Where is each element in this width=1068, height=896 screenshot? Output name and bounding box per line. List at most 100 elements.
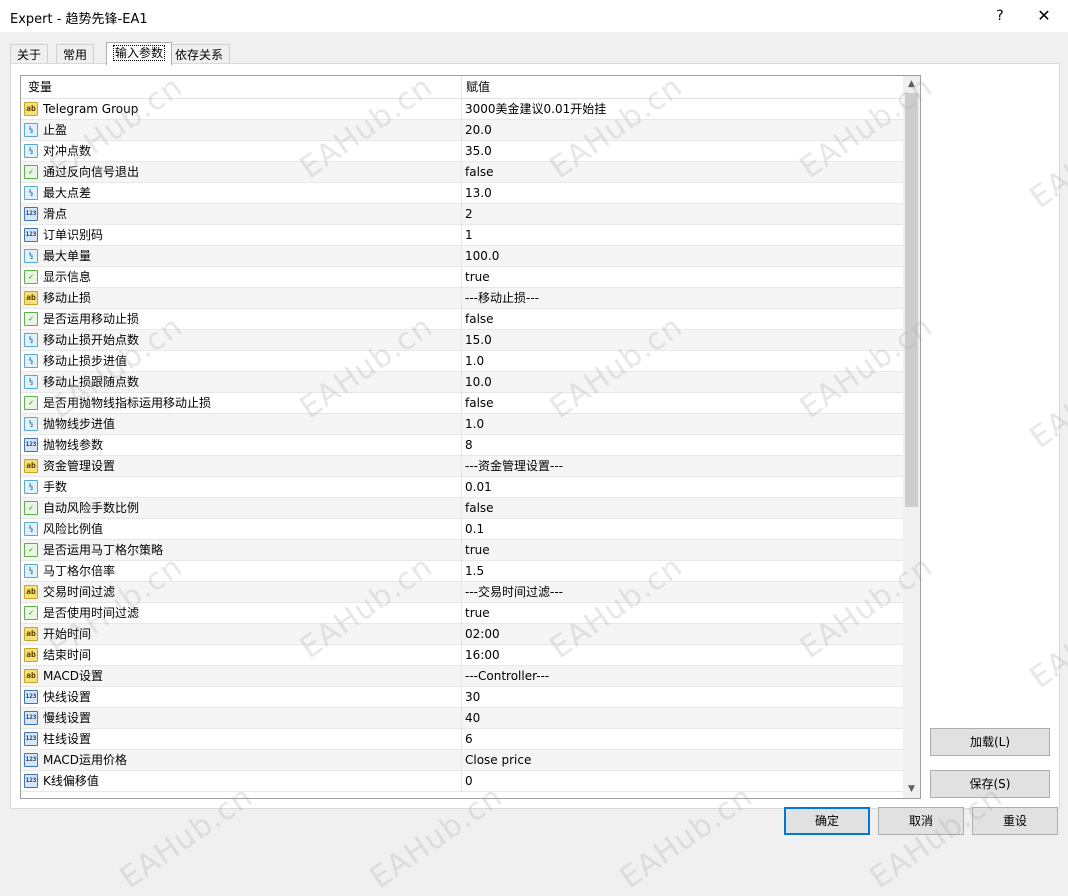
parameter-value[interactable]: 3000美金建议0.01开始挂 (465, 99, 606, 119)
table-row[interactable]: ab Telegram Group 3000美金建议0.01开始挂 (21, 99, 903, 120)
table-row[interactable]: ab 开始时间 02:00 (21, 624, 903, 645)
parameter-value[interactable]: 10.0 (465, 372, 492, 392)
table-row[interactable]: ½ 最大点差 13.0 (21, 183, 903, 204)
table-row[interactable]: ✓ 自动风险手数比例 false (21, 498, 903, 519)
table-row[interactable]: ½ 移动止损开始点数 15.0 (21, 330, 903, 351)
help-button[interactable]: ? (986, 4, 1014, 28)
table-row[interactable]: ✓ 是否用抛物线指标运用移动止损 false (21, 393, 903, 414)
tab-about[interactable]: 关于 (10, 44, 49, 65)
parameter-value[interactable]: 40 (465, 708, 480, 728)
parameter-name: 马丁格尔倍率 (43, 564, 116, 578)
table-row[interactable]: 123 滑点 2 (21, 204, 903, 225)
ok-button[interactable]: 确定 (784, 807, 870, 835)
table-row[interactable]: 123 MACD运用价格 Close price (21, 750, 903, 771)
parameter-name: 慢线设置 (43, 711, 92, 725)
scroll-thumb[interactable] (905, 93, 918, 507)
table-row[interactable]: ✓ 是否运用马丁格尔策略 true (21, 540, 903, 561)
table-row[interactable]: ½ 马丁格尔倍率 1.5 (21, 561, 903, 582)
table-row[interactable]: ✓ 通过反向信号退出 false (21, 162, 903, 183)
parameter-value[interactable]: 1.0 (465, 414, 484, 434)
table-row[interactable]: ab 移动止损 ---移动止损--- (21, 288, 903, 309)
parameter-value[interactable]: 100.0 (465, 246, 499, 266)
parameter-value[interactable]: 1.5 (465, 561, 484, 581)
parameter-value[interactable]: false (465, 162, 494, 182)
table-row[interactable]: 123 柱线设置 6 (21, 729, 903, 750)
bool-type-icon: ✓ (24, 501, 38, 515)
scroll-down-icon[interactable]: ▼ (903, 781, 920, 798)
bool-type-icon: ✓ (24, 165, 38, 179)
tab-common[interactable]: 常用 (56, 44, 95, 65)
parameter-value[interactable]: ---资金管理设置--- (465, 456, 563, 476)
parameter-value[interactable]: ---交易时间过滤--- (465, 582, 563, 602)
parameter-value[interactable]: 20.0 (465, 120, 492, 140)
table-row[interactable]: ½ 移动止损跟随点数 10.0 (21, 372, 903, 393)
tab-inputs[interactable]: 输入参数 (106, 42, 173, 65)
string-type-icon: ab (24, 102, 38, 116)
parameter-value[interactable]: true (465, 267, 490, 287)
table-row[interactable]: 123 快线设置 30 (21, 687, 903, 708)
parameter-value[interactable]: ---移动止损--- (465, 288, 539, 308)
table-row[interactable]: ✓ 是否使用时间过滤 true (21, 603, 903, 624)
bool-type-icon: ✓ (24, 543, 38, 557)
header-variable[interactable]: 变量 (28, 76, 52, 98)
table-row[interactable]: ab 资金管理设置 ---资金管理设置--- (21, 456, 903, 477)
reset-button[interactable]: 重设 (972, 807, 1058, 835)
parameter-value[interactable]: false (465, 309, 494, 329)
parameters-grid[interactable]: 变量 赋值 ab Telegram Group 3000美金建议0.01开始挂 ½ 止盈… (20, 75, 921, 799)
parameter-name: 自动风险手数比例 (43, 501, 140, 515)
table-row[interactable]: ✓ 显示信息 true (21, 267, 903, 288)
table-row[interactable]: 123 K线偏移值 0 (21, 771, 903, 792)
parameter-value[interactable]: 1 (465, 225, 473, 245)
table-row[interactable]: ½ 最大单量 100.0 (21, 246, 903, 267)
parameter-value[interactable]: 13.0 (465, 183, 492, 203)
parameter-value[interactable]: 02:00 (465, 624, 500, 644)
table-row[interactable]: ab MACD设置 ---Controller--- (21, 666, 903, 687)
table-row[interactable]: ab 结束时间 16:00 (21, 645, 903, 666)
table-row[interactable]: 123 订单识别码 1 (21, 225, 903, 246)
cancel-button[interactable]: 取消 (878, 807, 964, 835)
parameter-value[interactable]: 16:00 (465, 645, 500, 665)
header-value[interactable]: 赋值 (466, 76, 490, 98)
double-type-icon: ½ (24, 354, 38, 368)
parameter-value[interactable]: false (465, 393, 494, 413)
scroll-up-icon[interactable]: ▲ (903, 76, 920, 93)
parameter-value[interactable]: 15.0 (465, 330, 492, 350)
parameter-value[interactable]: 0.01 (465, 477, 492, 497)
parameter-name: 风险比例值 (43, 522, 104, 536)
table-row[interactable]: ½ 移动止损步进值 1.0 (21, 351, 903, 372)
parameter-value[interactable]: true (465, 540, 490, 560)
parameter-name: 显示信息 (43, 270, 92, 284)
table-row[interactable]: ✓ 是否运用移动止损 false (21, 309, 903, 330)
parameter-value[interactable]: 8 (465, 435, 473, 455)
table-row[interactable]: 123 慢线设置 40 (21, 708, 903, 729)
parameter-value[interactable]: true (465, 603, 490, 623)
table-row[interactable]: ½ 风险比例值 0.1 (21, 519, 903, 540)
close-button[interactable]: ✕ (1030, 4, 1058, 28)
parameter-value[interactable]: 35.0 (465, 141, 492, 161)
parameter-value[interactable]: 6 (465, 729, 473, 749)
vertical-scrollbar[interactable]: ▲ ▼ (903, 76, 920, 798)
table-row[interactable]: ½ 手数 0.01 (21, 477, 903, 498)
table-row[interactable]: ½ 止盈 20.0 (21, 120, 903, 141)
window-title: Expert - 趋势先锋-EA1 (10, 12, 148, 27)
parameter-name: 是否运用移动止损 (43, 312, 140, 326)
parameter-value[interactable]: Close price (465, 750, 531, 770)
parameter-value[interactable]: 1.0 (465, 351, 484, 371)
table-row[interactable]: 123 抛物线参数 8 (21, 435, 903, 456)
parameter-value[interactable]: 2 (465, 204, 473, 224)
table-row[interactable]: ½ 抛物线步进值 1.0 (21, 414, 903, 435)
table-row[interactable]: ½ 对冲点数 35.0 (21, 141, 903, 162)
table-row[interactable]: ab 交易时间过滤 ---交易时间过滤--- (21, 582, 903, 603)
parameter-value[interactable]: 30 (465, 687, 480, 707)
load-button[interactable]: 加载(L) (930, 728, 1050, 756)
parameter-value[interactable]: 0 (465, 771, 473, 791)
integer-type-icon: 123 (24, 711, 38, 725)
tab-dependencies[interactable]: 依存关系 (168, 44, 231, 65)
parameter-value[interactable]: false (465, 498, 494, 518)
grid-header: 变量 赋值 (21, 76, 903, 99)
parameter-value[interactable]: 0.1 (465, 519, 484, 539)
parameter-name: 通过反向信号退出 (43, 165, 140, 179)
parameter-name: 最大单量 (43, 249, 92, 263)
parameter-value[interactable]: ---Controller--- (465, 666, 549, 686)
save-button[interactable]: 保存(S) (930, 770, 1050, 798)
